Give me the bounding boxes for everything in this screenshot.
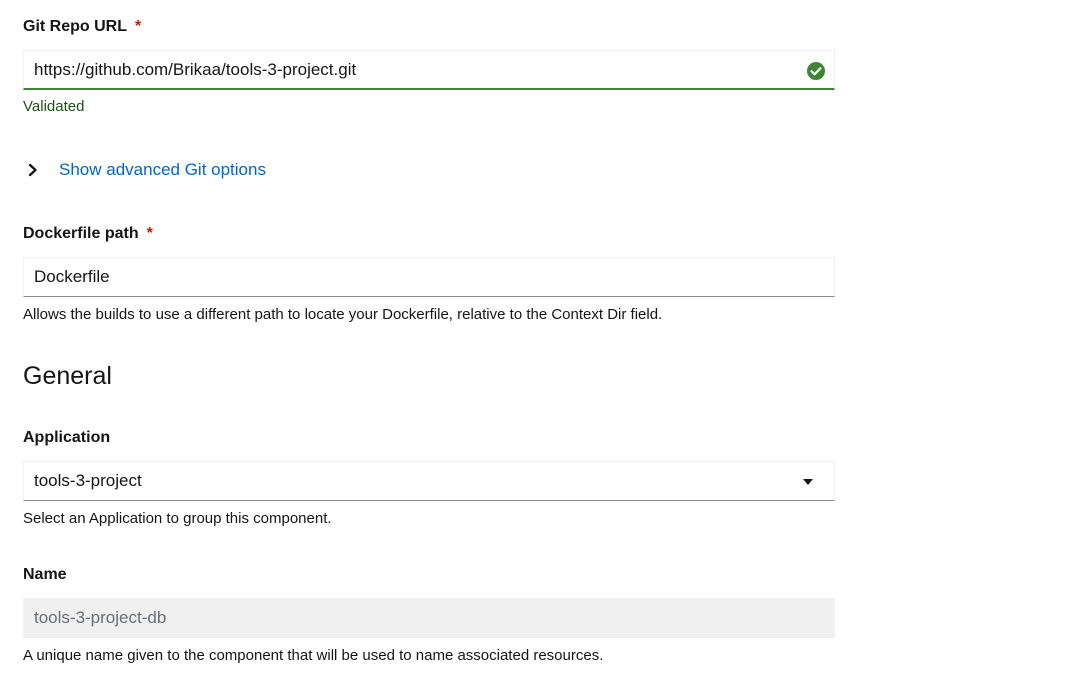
dockerfile-path-input[interactable]: Dockerfile [23,257,835,297]
required-indicator: * [135,18,142,35]
git-validated-text: Validated [23,98,85,115]
general-section-heading: General [23,362,112,390]
advanced-git-options-label: Show advanced Git options [59,160,266,179]
check-circle-icon [807,62,825,80]
advanced-git-options-toggle[interactable]: Show advanced Git options [23,160,266,180]
required-indicator: * [146,225,153,242]
dockerfile-path-label-text: Dockerfile path [23,225,139,242]
import-form: Git Repo URL * https://github.com/Brikaa/… [0,0,1079,675]
name-input[interactable]: tools-3-project-db [23,598,835,638]
git-repo-url-label: Git Repo URL * [23,17,141,37]
chevron-right-icon [28,163,37,177]
dockerfile-path-label: Dockerfile path * [23,224,153,244]
name-label: Name [23,566,67,583]
dockerfile-path-helper: Allows the builds to use a different pat… [23,306,663,323]
dockerfile-path-value: Dockerfile [34,267,110,286]
application-helper: Select an Application to group this comp… [23,510,332,527]
git-repo-url-label-text: Git Repo URL [23,18,127,35]
name-value: tools-3-project-db [34,608,167,627]
caret-down-icon [803,479,813,485]
git-repo-url-value: https://github.com/Brikaa/tools-3-projec… [34,60,357,79]
git-repo-url-input[interactable]: https://github.com/Brikaa/tools-3-projec… [23,50,835,90]
application-select[interactable]: tools-3-project [23,461,835,501]
application-label: Application [23,429,111,446]
name-helper: A unique name given to the component tha… [23,647,604,664]
application-selected-value: tools-3-project [34,471,142,490]
